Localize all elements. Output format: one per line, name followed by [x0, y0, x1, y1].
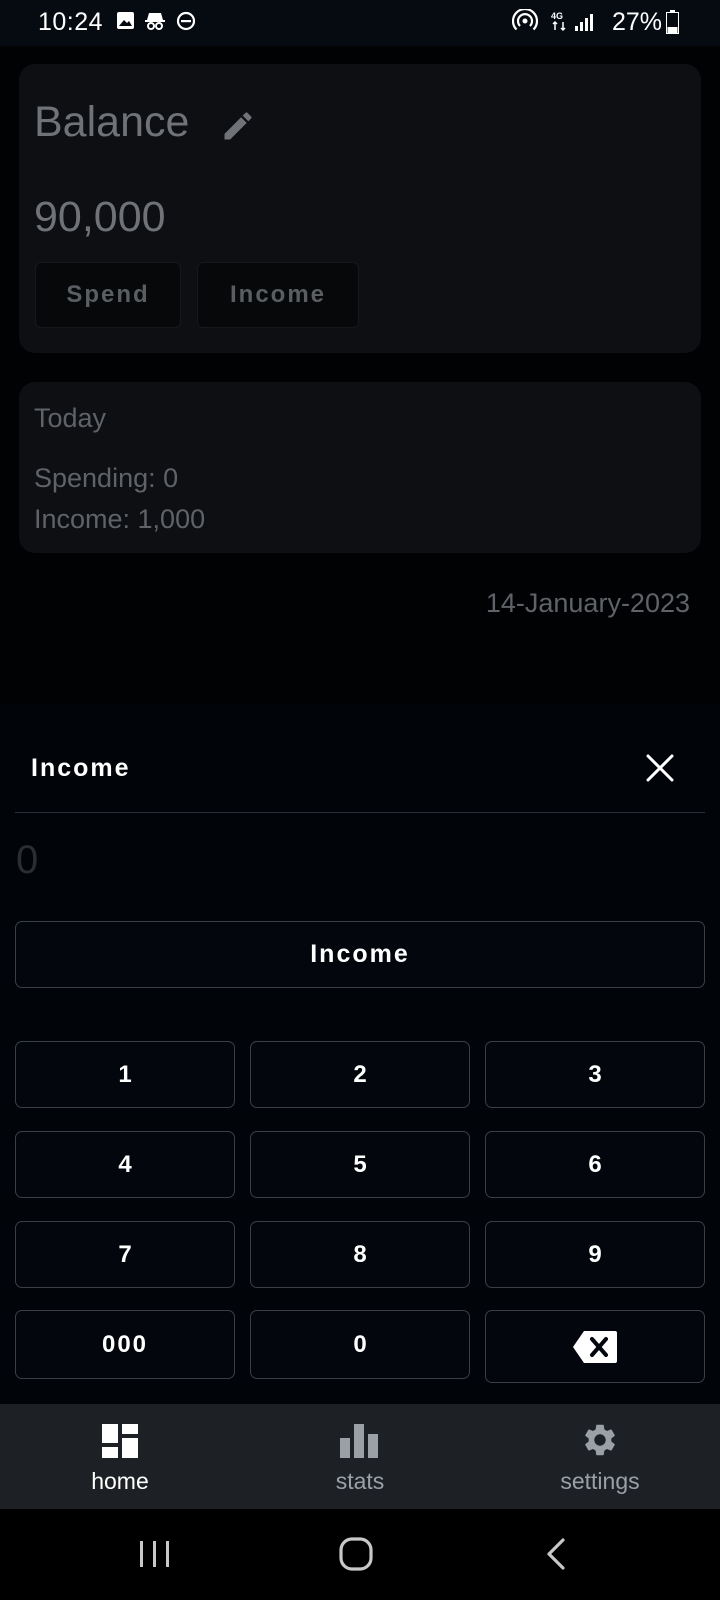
key-5[interactable]: 5 — [250, 1131, 470, 1198]
status-bar: 10:24 4G 27% — [0, 0, 720, 46]
recent-apps-icon[interactable] — [138, 1539, 172, 1569]
incognito-icon — [145, 13, 165, 30]
divider — [15, 812, 705, 813]
balance-title: Balance — [34, 98, 190, 146]
balance-amount: 90,000 — [34, 193, 166, 241]
edit-pencil-icon[interactable] — [220, 108, 256, 144]
submit-income-button[interactable]: Income — [15, 921, 705, 988]
nav-label-settings: settings — [560, 1468, 640, 1494]
nav-label-stats: stats — [335, 1468, 385, 1494]
status-time: 10:24 — [38, 8, 104, 36]
spend-button[interactable]: Spend — [35, 262, 181, 328]
sheet-title: Income — [31, 754, 131, 782]
backspace-button[interactable] — [485, 1310, 705, 1383]
hotspot-icon — [512, 9, 538, 31]
bottom-navigation: home stats settings — [0, 1404, 720, 1509]
system-navigation-bar — [0, 1509, 720, 1600]
svg-text:4G: 4G — [551, 11, 563, 21]
home-system-icon[interactable] — [338, 1536, 374, 1572]
today-spending: Spending: 0 — [34, 463, 179, 493]
key-1[interactable]: 1 — [15, 1041, 235, 1108]
key-9[interactable]: 9 — [485, 1221, 705, 1288]
nav-home[interactable]: home — [0, 1404, 240, 1509]
key-7[interactable]: 7 — [15, 1221, 235, 1288]
key-2[interactable]: 2 — [250, 1041, 470, 1108]
key-0[interactable]: 0 — [250, 1310, 470, 1379]
battery-percentage: 27% — [611, 8, 662, 36]
current-date: 14-January-2023 — [485, 588, 690, 618]
amount-display: 0 — [16, 838, 39, 882]
dashboard-icon — [102, 1424, 138, 1458]
close-icon[interactable] — [645, 753, 675, 783]
key-4[interactable]: 4 — [15, 1131, 235, 1198]
income-button[interactable]: Income — [197, 262, 359, 328]
nav-settings[interactable]: settings — [480, 1404, 720, 1509]
today-income: Income: 1,000 — [34, 504, 206, 534]
do-not-disturb-icon — [176, 11, 196, 31]
battery-icon — [666, 10, 679, 34]
signal-icon — [575, 14, 593, 31]
nav-stats[interactable]: stats — [240, 1404, 480, 1509]
gear-icon — [585, 1424, 615, 1456]
key-3[interactable]: 3 — [485, 1041, 705, 1108]
nav-label-home: home — [91, 1468, 149, 1494]
today-title: Today — [34, 403, 107, 433]
backspace-icon — [573, 1330, 617, 1363]
network-4g-icon: 4G — [551, 11, 566, 32]
key-6[interactable]: 6 — [485, 1131, 705, 1198]
back-icon[interactable] — [544, 1537, 568, 1571]
key-000[interactable]: 000 — [15, 1310, 235, 1379]
gallery-icon — [117, 12, 134, 29]
key-8[interactable]: 8 — [250, 1221, 470, 1288]
bar-chart-icon — [340, 1424, 378, 1458]
